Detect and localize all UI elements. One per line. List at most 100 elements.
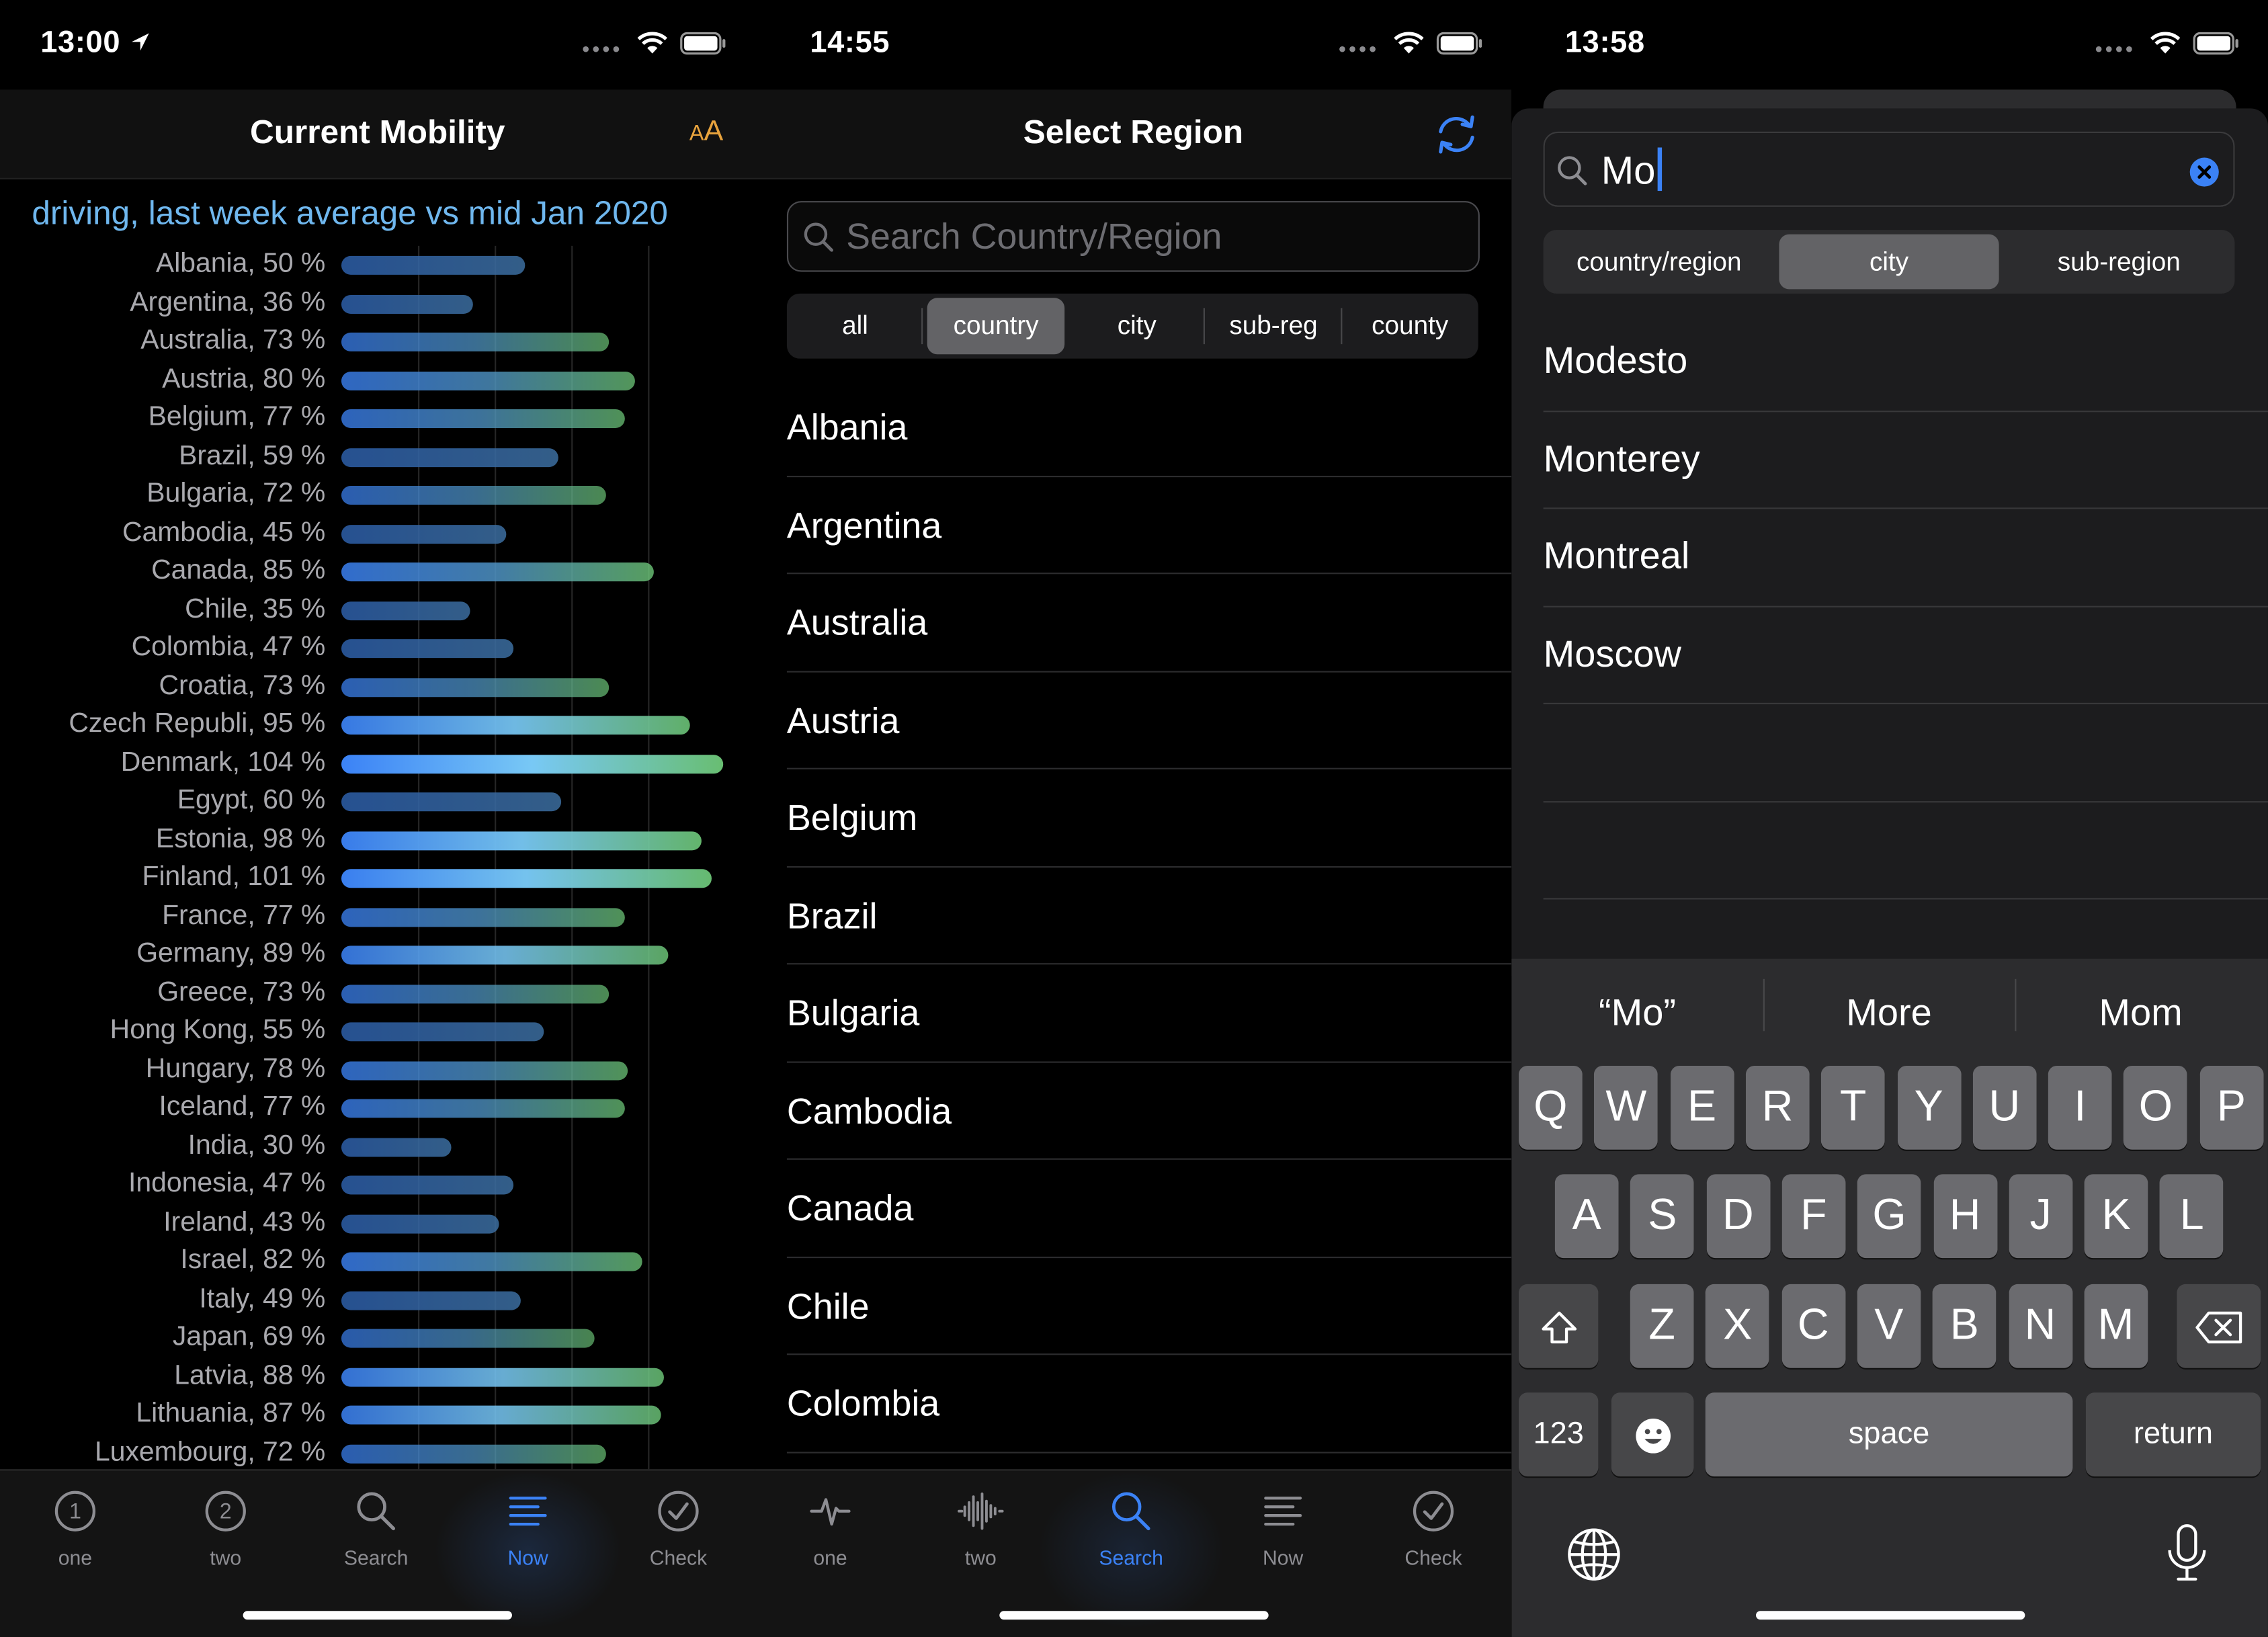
suggestion-item[interactable]: Mom bbox=[2015, 976, 2267, 1049]
search-icon bbox=[804, 222, 833, 252]
key-u[interactable]: U bbox=[1972, 1065, 2037, 1150]
key-z[interactable]: Z bbox=[1630, 1284, 1694, 1368]
key-f[interactable]: F bbox=[1781, 1174, 1846, 1259]
chart-row: Iceland, 77 % bbox=[0, 1089, 755, 1127]
signal-icon bbox=[1339, 46, 1376, 52]
bar bbox=[341, 294, 474, 313]
key-k[interactable]: K bbox=[2084, 1174, 2148, 1259]
segment-country[interactable]: country bbox=[927, 298, 1064, 355]
key-h[interactable]: H bbox=[1933, 1174, 1997, 1259]
tab-search[interactable]: Search bbox=[301, 1485, 452, 1569]
segment-city[interactable]: city bbox=[1068, 294, 1206, 359]
bar-label: India, 30 % bbox=[187, 1130, 326, 1161]
key-b[interactable]: B bbox=[1933, 1284, 1997, 1368]
bar-label: Chile, 35 % bbox=[185, 593, 326, 624]
home-indicator[interactable] bbox=[1755, 1611, 2025, 1620]
refresh-button[interactable] bbox=[1433, 113, 1480, 163]
chart-row: Argentina, 36 % bbox=[0, 284, 755, 323]
key-g[interactable]: G bbox=[1857, 1174, 1921, 1259]
key-w[interactable]: W bbox=[1594, 1065, 1658, 1150]
key-a[interactable]: A bbox=[1554, 1174, 1619, 1259]
region-list-item[interactable]: Belgium bbox=[786, 769, 1512, 868]
region-list-item[interactable]: Chile bbox=[786, 1257, 1512, 1355]
globe-button[interactable] bbox=[1566, 1527, 1622, 1589]
segment-sub-reg[interactable]: sub-reg bbox=[1205, 294, 1342, 359]
region-list-item[interactable]: Australia bbox=[786, 574, 1512, 672]
bar bbox=[341, 1137, 452, 1157]
bar-label: Canada, 85 % bbox=[151, 555, 326, 586]
search-result-item[interactable]: Modesto bbox=[1543, 314, 2268, 412]
key-o[interactable]: O bbox=[2124, 1065, 2188, 1150]
region-list-item[interactable]: Bulgaria bbox=[786, 964, 1512, 1062]
delete-key[interactable] bbox=[2177, 1284, 2261, 1368]
numbers-key[interactable]: 123 bbox=[1519, 1392, 1599, 1477]
search-result-item[interactable]: Montreal bbox=[1543, 509, 2268, 607]
tab-now[interactable]: Now bbox=[1208, 1485, 1358, 1569]
key-e[interactable]: E bbox=[1670, 1065, 1734, 1150]
key-i[interactable]: I bbox=[2048, 1065, 2112, 1150]
region-list-item[interactable]: Cambodia bbox=[786, 1062, 1512, 1160]
circle-2-icon: 2 bbox=[205, 1491, 246, 1531]
region-list-item[interactable]: Colombia bbox=[786, 1355, 1512, 1453]
page-title: Select Region bbox=[1023, 112, 1244, 151]
search-input[interactable]: Search Country/Region bbox=[786, 201, 1480, 272]
key-v[interactable]: V bbox=[1857, 1284, 1921, 1368]
segment-all[interactable]: all bbox=[787, 294, 924, 359]
segment-city[interactable]: city bbox=[1779, 234, 1999, 290]
key-t[interactable]: T bbox=[1821, 1065, 1885, 1150]
suggestion-item[interactable]: More bbox=[1763, 976, 2015, 1049]
search-icon bbox=[1111, 1492, 1150, 1531]
bar-label: Hong Kong, 55 % bbox=[110, 1015, 326, 1046]
tab-one[interactable]: one bbox=[755, 1485, 906, 1569]
emoji-key[interactable] bbox=[1611, 1392, 1694, 1477]
bar-label: Albania, 50 % bbox=[155, 249, 326, 280]
region-list-item[interactable]: Brazil bbox=[786, 867, 1512, 965]
status-time: 13:00 bbox=[40, 26, 153, 61]
key-r[interactable]: R bbox=[1745, 1065, 1810, 1150]
city-search-input[interactable]: Mo bbox=[1543, 131, 2235, 207]
shift-key[interactable] bbox=[1519, 1284, 1599, 1368]
search-result-item[interactable]: Moscow bbox=[1543, 607, 2268, 704]
clear-icon[interactable] bbox=[2189, 156, 2220, 187]
key-j[interactable]: J bbox=[2009, 1174, 2072, 1259]
region-list-item[interactable]: Argentina bbox=[786, 476, 1512, 575]
home-indicator[interactable] bbox=[999, 1611, 1268, 1620]
chart-row: Denmark, 104 % bbox=[0, 744, 755, 782]
tab-two[interactable]: 2 two bbox=[151, 1485, 301, 1569]
key-p[interactable]: P bbox=[2199, 1065, 2263, 1150]
dictation-button[interactable] bbox=[2165, 1523, 2209, 1591]
key-n[interactable]: N bbox=[2008, 1284, 2072, 1368]
tab-check[interactable]: Check bbox=[603, 1485, 754, 1569]
region-list-item[interactable]: Canada bbox=[786, 1160, 1512, 1258]
search-result-item[interactable]: Monterey bbox=[1543, 411, 2268, 509]
segment-sub-region[interactable]: sub-region bbox=[2003, 230, 2234, 294]
key-m[interactable]: M bbox=[2084, 1284, 2148, 1368]
tab-search[interactable]: Search bbox=[1056, 1485, 1206, 1569]
segment-country-region[interactable]: country/region bbox=[1544, 230, 1775, 294]
tab-two[interactable]: two bbox=[905, 1485, 1056, 1569]
key-d[interactable]: D bbox=[1706, 1174, 1770, 1259]
return-key[interactable]: return bbox=[2085, 1392, 2261, 1477]
key-l[interactable]: L bbox=[2160, 1174, 2224, 1259]
key-x[interactable]: X bbox=[1706, 1284, 1770, 1368]
chart-row: Latvia, 88 % bbox=[0, 1357, 755, 1396]
region-list-item[interactable]: Albania bbox=[786, 379, 1512, 477]
tab-now[interactable]: Now bbox=[453, 1485, 603, 1569]
key-q[interactable]: Q bbox=[1519, 1065, 1583, 1150]
key-c[interactable]: C bbox=[1781, 1284, 1845, 1368]
home-indicator[interactable] bbox=[243, 1611, 512, 1620]
segment-county[interactable]: county bbox=[1342, 294, 1478, 359]
text-size-button[interactable]: AA bbox=[689, 116, 723, 149]
region-list-item[interactable]: Austria bbox=[786, 672, 1512, 769]
bar-label: Austria, 80 % bbox=[162, 364, 326, 394]
suggestion-item[interactable]: “Mo” bbox=[1511, 976, 1763, 1049]
tab-one[interactable]: 1 one bbox=[0, 1485, 151, 1569]
tab-check[interactable]: Check bbox=[1358, 1485, 1509, 1569]
key-y[interactable]: Y bbox=[1896, 1065, 1961, 1150]
result-name: Moscow bbox=[1543, 631, 1681, 675]
key-s[interactable]: S bbox=[1630, 1174, 1695, 1259]
bar bbox=[341, 332, 610, 351]
checkmark-circle-icon bbox=[1413, 1491, 1454, 1531]
space-key[interactable]: space bbox=[1705, 1392, 2073, 1477]
chart-row: Brazil, 59 % bbox=[0, 437, 755, 476]
